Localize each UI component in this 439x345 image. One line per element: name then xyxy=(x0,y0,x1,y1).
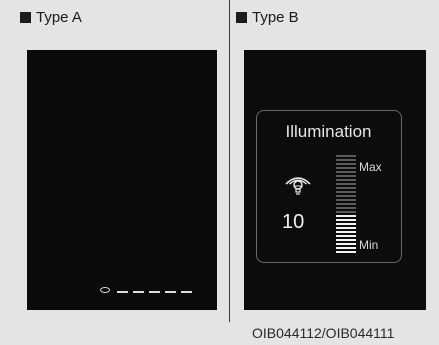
illumination-level-segment xyxy=(336,199,356,201)
illumination-level-segment xyxy=(336,159,356,161)
illumination-level-segment xyxy=(336,167,356,169)
square-bullet-icon xyxy=(20,12,31,23)
illumination-level-segment xyxy=(336,223,356,225)
illumination-level-segment xyxy=(336,171,356,173)
illumination-level-segment xyxy=(336,175,356,177)
type-a-label: Type A xyxy=(20,9,82,26)
square-bullet-icon xyxy=(236,12,247,23)
illumination-level-segment xyxy=(336,155,356,157)
dash-segment xyxy=(165,291,176,293)
illumination-level-segment xyxy=(336,183,356,185)
dash-segment xyxy=(149,291,160,293)
illumination-level-segment xyxy=(336,207,356,209)
illumination-level-segment xyxy=(336,231,356,233)
illumination-level-segment xyxy=(336,187,356,189)
illumination-level-segment xyxy=(336,203,356,205)
type-b-label-text: Type B xyxy=(252,9,299,26)
dash-segment xyxy=(181,291,192,293)
illumination-level-segment xyxy=(336,191,356,193)
illumination-level-segment xyxy=(336,179,356,181)
type-a-label-text: Type A xyxy=(36,9,82,26)
illumination-level-segment xyxy=(336,239,356,241)
illumination-level-segment xyxy=(336,247,356,249)
illumination-level-segment xyxy=(336,163,356,165)
dashboard-light-icon xyxy=(285,177,311,195)
type-b-label: Type B xyxy=(236,9,299,26)
illumination-panel: Illumination 10 Max Min xyxy=(256,110,402,263)
illumination-level-segment xyxy=(336,219,356,221)
dash-segment xyxy=(133,291,144,293)
illumination-level-segment xyxy=(336,235,356,237)
illumination-title: Illumination xyxy=(285,122,372,141)
type-a-display xyxy=(27,50,217,310)
dash-segment xyxy=(117,291,128,293)
illumination-level-segment xyxy=(336,227,356,229)
figure-code: OIB044112/OIB044111 xyxy=(252,325,395,341)
scale-min-label: Min xyxy=(359,238,379,252)
illumination-level-segment xyxy=(336,215,356,217)
illumination-value: 10 xyxy=(282,211,305,233)
scale-max-label: Max xyxy=(359,160,382,174)
illumination-level-segment xyxy=(336,195,356,197)
type-b-display: Illumination 10 Max Min xyxy=(244,50,426,310)
panel-divider xyxy=(229,0,230,322)
ring-dash-level-icon xyxy=(100,287,192,293)
illumination-level-scale xyxy=(336,155,356,255)
illumination-level-segment xyxy=(336,243,356,245)
illumination-level-segment xyxy=(336,251,356,253)
ring-segment xyxy=(100,287,110,293)
illumination-level-segment xyxy=(336,211,356,213)
